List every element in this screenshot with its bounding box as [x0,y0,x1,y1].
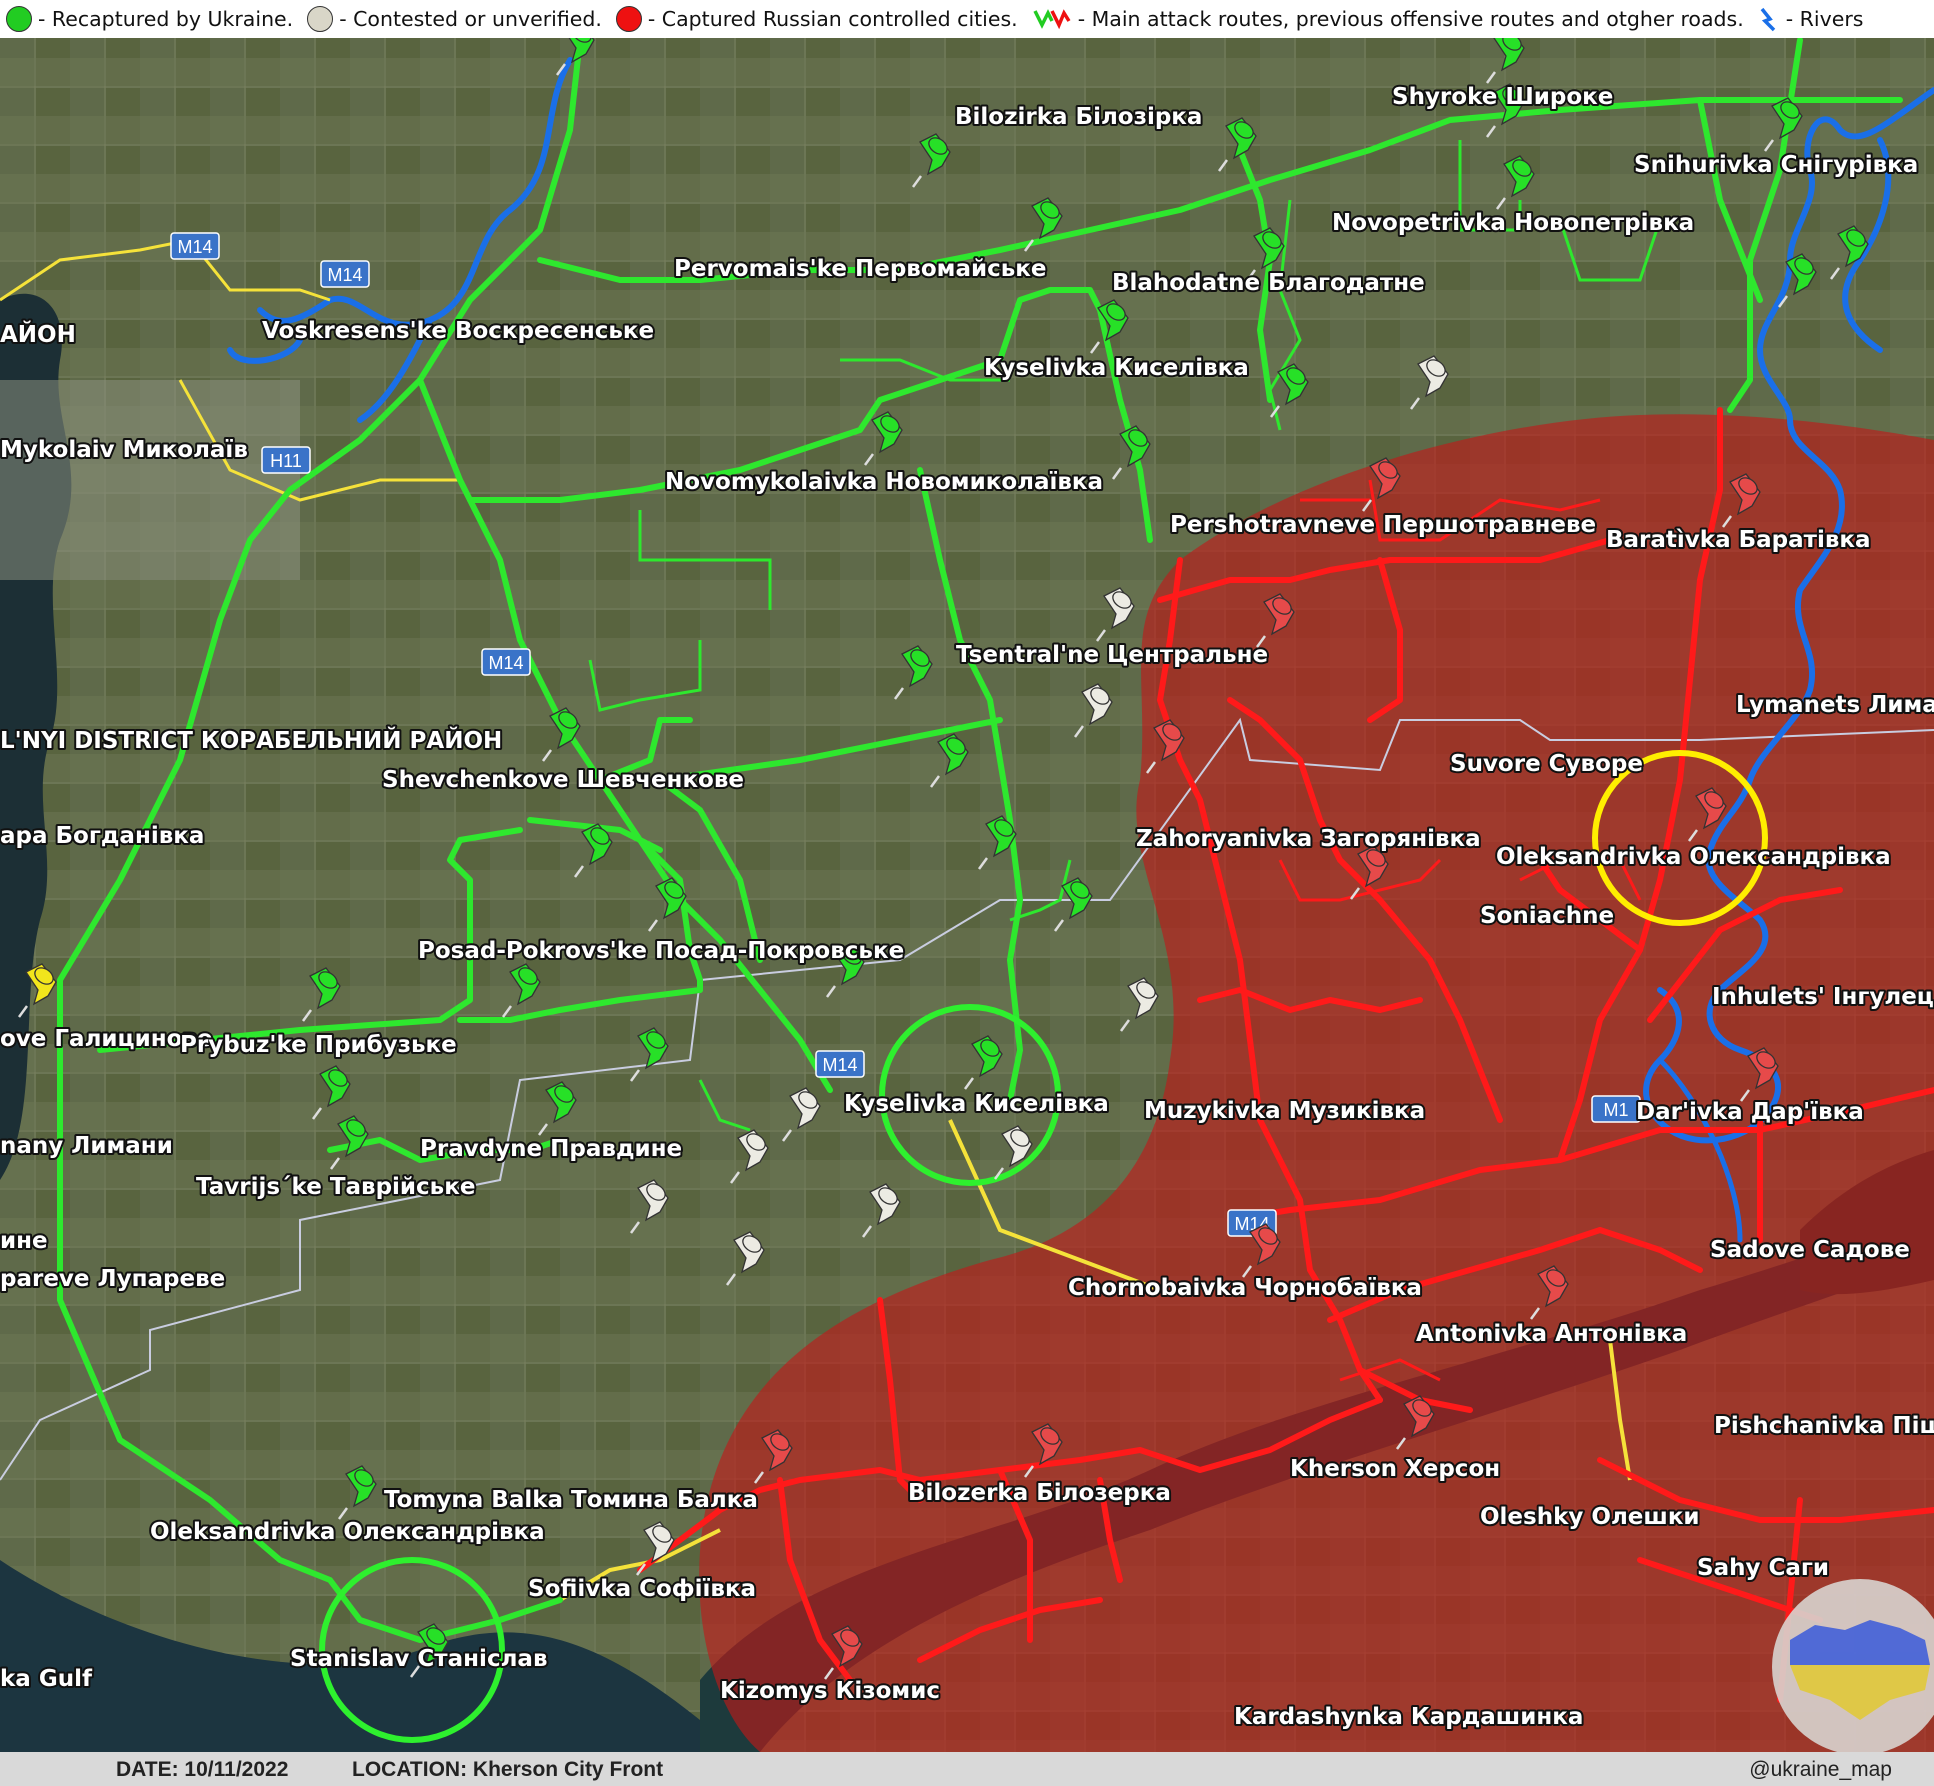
place-label: pareve Лупареве [0,1266,225,1292]
routes-icon [1033,9,1071,30]
place-label: Inhulets' Інгулець [1712,984,1934,1010]
place-label: Oleksandrivka Олександрівка [150,1519,545,1545]
place-label: ине [0,1228,48,1254]
legend-bar: - Recaptured by Ukraine. - Contested or … [0,0,1934,38]
place-label: Dar'ivka Дар'ївка [1636,1099,1864,1125]
place-label: Sofiivka Софіївка [528,1576,756,1602]
road-shield: M14 [481,648,531,676]
place-label: ара Богданівка [0,823,204,849]
legend-recaptured-label: - Recaptured by Ukraine. [38,7,294,31]
place-label: Blahodatne Благодатне [1112,270,1425,296]
svg-text:M14: M14 [488,653,523,673]
place-label: nany Лимани [0,1133,173,1159]
river-icon [1760,7,1775,32]
legend-contested: - Contested or unverified. [307,6,602,32]
place-label: Antonivka Антонівка [1416,1321,1687,1347]
legend-captured-label: - Captured Russian controlled cities. [647,7,1018,31]
legend-rivers: - Rivers [1758,5,1864,33]
road-shield: M14 [320,260,370,288]
place-label: Kyselivka Киселівка [844,1091,1109,1117]
satellite-map: M14M14M14M14M14M1H11 Bilozirka Білозірка… [0,38,1934,1752]
legend-recaptured: - Recaptured by Ukraine. [6,6,293,32]
road-shield: M1 [1591,1095,1641,1123]
place-label: Pravdyne Правдине [420,1136,682,1162]
place-label: Sadove Садове [1710,1237,1910,1263]
place-label: Zahoryanivka Загорянівка [1136,826,1481,852]
legend-captured: - Captured Russian controlled cities. [615,6,1018,32]
road-shield: H11 [261,446,311,474]
footer-location: LOCATION: Kherson City Front [352,1758,664,1781]
place-label: ka Gulf [0,1666,93,1692]
place-label: Kardashynka Кардашинка [1234,1704,1583,1730]
place-label: Tavrijs´ke Таврійське [196,1174,475,1200]
place-label: Oleksandrivka Олександрівка [1496,844,1891,870]
footer-date: DATE: 10/11/2022 [116,1758,289,1781]
place-label: Voskresens'ke Воскресенське [262,318,654,344]
svg-text:M14: M14 [822,1055,857,1075]
footer-bar: DATE: 10/11/2022 LOCATION: Kherson City … [0,1752,1934,1786]
place-label: Pervomais'ke Первомайське [674,256,1046,282]
place-label: Muzykivka Музиківка [1144,1098,1425,1124]
place-label: Kizomys Кізомис [720,1678,940,1704]
place-label: Kyselivka Киселівка [984,355,1249,381]
map-screenshot: - Recaptured by Ukraine. - Contested or … [0,0,1934,1786]
place-label: Shevchenkove Шевченкове [382,767,744,793]
road-shield: M14 [815,1050,865,1078]
place-label: Shyroke Широке [1392,84,1613,110]
place-label: Bilozerka Білозерка [908,1480,1171,1506]
place-label: Bilozirka Білозірка [955,104,1202,130]
svg-text:M1: M1 [1603,1100,1628,1120]
place-label: АЙОН [0,320,76,348]
legend-rivers-label: - Rivers [1785,7,1864,31]
place-label: Lymanets Лиманець [1736,692,1934,718]
road-shield: M14 [170,232,220,260]
svg-text:M14: M14 [327,265,362,285]
place-label: Chornobaivka Чорнобаївка [1068,1275,1422,1301]
place-label: Pershotravneve Першотравневе [1170,512,1596,538]
legend-routes: - Main attack routes, previous offensive… [1032,5,1744,33]
gray-dot-icon [307,6,334,32]
place-label: Tomyna Balka Томина Балка [384,1487,758,1513]
place-label: Baratìvka Баратівка [1606,527,1871,553]
place-label: Tsentral'ne Центральне [956,642,1268,668]
place-label: Stanislav Станіслав [290,1646,548,1672]
place-label: Suvore Суворе [1450,751,1643,777]
legend-routes-label: - Main attack routes, previous offensive… [1077,7,1744,31]
legend-contested-label: - Contested or unverified. [339,7,602,31]
place-label: Soniachne [1480,903,1614,929]
place-label: Oleshky Олешки [1480,1504,1700,1530]
place-label: Snihurivka Снігурівка [1634,152,1918,178]
svg-text:H11: H11 [270,451,302,471]
place-label: Kherson Херсон [1290,1456,1500,1482]
green-dot-icon [6,6,32,32]
svg-text:M14: M14 [177,237,212,257]
place-label: Novomykolaivka Новомиколаївка [665,469,1103,495]
place-label: L'NYI DISTRICT КОРАБЕЛЬНИЙ РАЙОН [0,726,502,754]
red-dot-icon [615,6,642,32]
place-label: Pishchanivka Піщанівка [1714,1413,1934,1439]
place-label: Posad-Pokrovs'ke Посад-Покровське [418,938,904,964]
place-label: Novopetrivka Новопетрівка [1332,210,1694,236]
place-label: Prybuz'ke Прибузьке [180,1032,457,1058]
place-label: Mykolaiv Миколаїв [0,437,248,463]
footer-handle: @ukraine_map [1749,1758,1892,1781]
place-label: Sahy Саги [1697,1555,1829,1581]
